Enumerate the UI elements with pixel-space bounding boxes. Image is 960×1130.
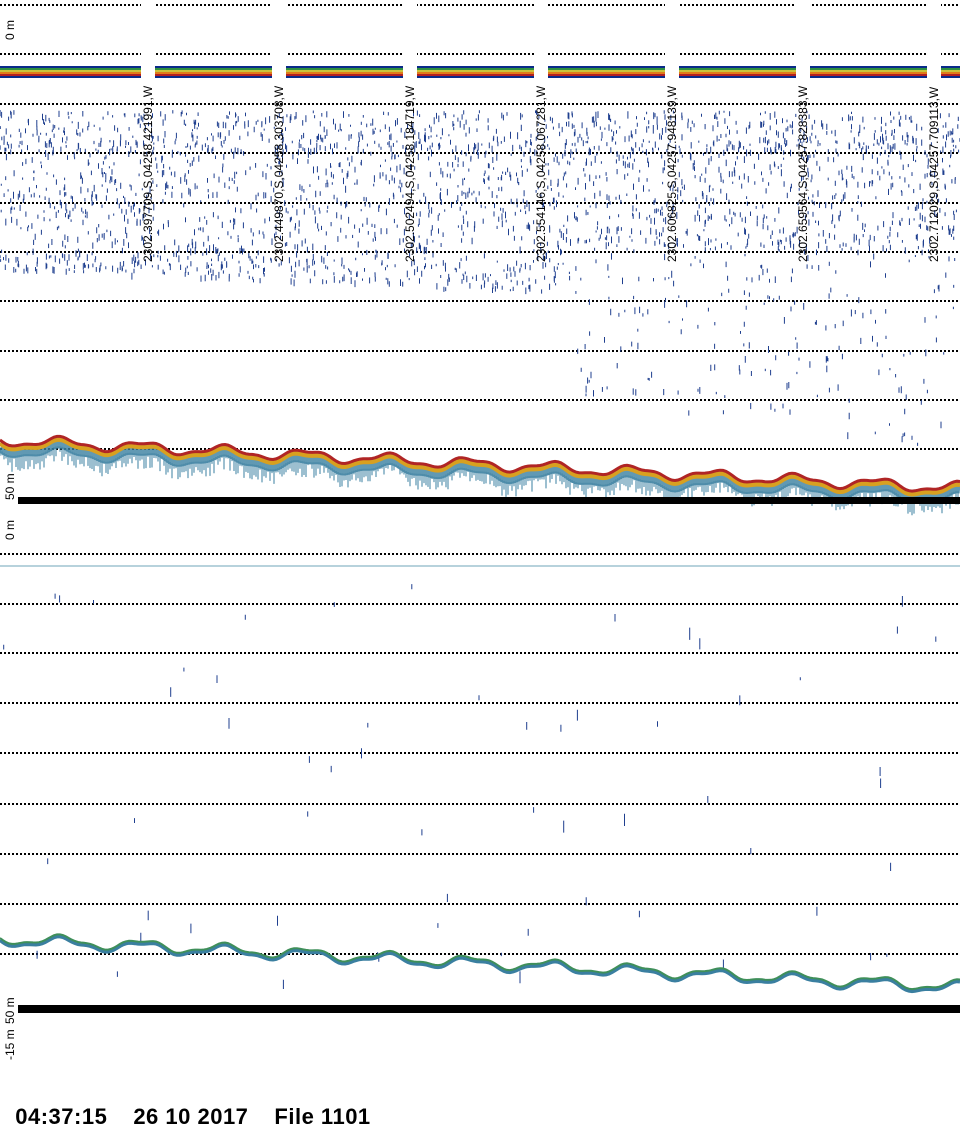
position-label: 2302.449870,S,04258.303708,W [272,85,286,262]
lower-seabed-tail [0,934,960,994]
position-label: 2302.659564,S,04257.828383,W [796,85,810,262]
upper-depth-bottom-label: 50 m [3,473,17,500]
upper-depth-top-label: 0 m [3,20,17,40]
echogram-display: 2302.397709,S,04258.421991,W 2302.449870,… [0,0,960,1060]
position-label: 2302.502494,S,04258.184719,W [403,85,417,262]
lower-depth-top-label: 0 m [3,520,17,540]
position-labels: 2302.397709,S,04258.421991,W 2302.449870,… [141,85,941,262]
position-label: 2302.606825,S,04257.948139,W [665,85,679,262]
position-label: 2302.712029,S,04257.709113,W [927,86,941,262]
sparse-echo [3,584,937,989]
position-marker-gap [927,0,941,88]
position-label: 2302.397709,S,04258.421991,W [141,85,155,262]
lower-seabed-echo [0,933,960,994]
position-marker-gap [534,0,548,88]
status-footer: 04:37:15 26 10 2017 File 1101 [2,1078,397,1130]
lower-baseline [18,1005,960,1013]
lower-depth-bottom-label: 50 m [3,997,17,1024]
position-marker-gap [141,0,155,88]
position-marker-gap [796,0,810,88]
position-marker-gap [665,0,679,88]
position-label: 2302.554146,S,04258.067281,W [534,85,548,262]
lower-depth-offset-label: -15 m [3,1029,17,1060]
lower-depth-grid [0,553,960,955]
position-marker-gap [272,0,286,88]
upper-baseline [18,497,960,504]
position-marker-gap [403,0,417,88]
